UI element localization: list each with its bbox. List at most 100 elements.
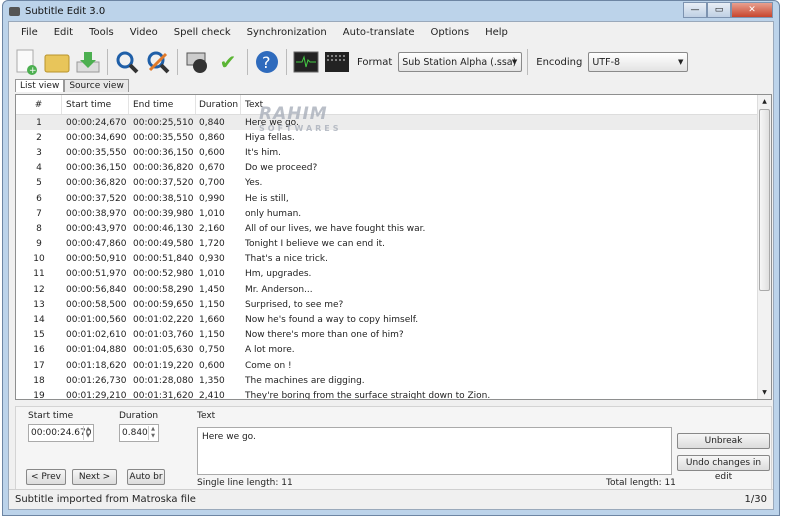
row-start-time: 00:01:29,210 bbox=[66, 390, 127, 400]
menu-help[interactable]: Help bbox=[477, 25, 516, 40]
table-row[interactable]: 15 00:01:02,610 00:01:03,760 1,150 Now there… bbox=[16, 328, 771, 343]
open-folder-icon[interactable] bbox=[43, 48, 71, 76]
close-button[interactable]: ✕ bbox=[731, 2, 773, 18]
row-number: 12 bbox=[33, 284, 45, 295]
table-row[interactable]: 4 00:00:36,150 00:00:36,820 0,670 Do we proc… bbox=[16, 161, 771, 176]
row-duration: 0,600 bbox=[199, 360, 225, 371]
help-icon[interactable]: ? bbox=[253, 48, 281, 76]
vertical-scrollbar[interactable]: ▲ ▼ bbox=[757, 95, 771, 399]
visual-sync-icon[interactable] bbox=[183, 48, 211, 76]
maximize-button[interactable]: ▭ bbox=[707, 2, 731, 18]
scroll-thumb[interactable] bbox=[759, 109, 770, 291]
row-number: 9 bbox=[36, 239, 42, 250]
row-duration: 1,150 bbox=[199, 299, 225, 310]
menu-video[interactable]: Video bbox=[122, 25, 166, 40]
table-row[interactable]: 12 00:00:56,840 00:00:58,290 1,450 Mr. Ander… bbox=[16, 282, 771, 297]
table-row[interactable]: 11 00:00:51,970 00:00:52,980 1,010 Hm, upgra… bbox=[16, 267, 771, 282]
table-row[interactable]: 14 00:01:00,560 00:01:02,220 1,660 Now he's … bbox=[16, 312, 771, 327]
watermark-line2: SOFTWARES bbox=[259, 124, 342, 133]
row-start-time: 00:00:24,670 bbox=[66, 117, 127, 128]
spell-check-icon[interactable]: ✔ bbox=[214, 48, 242, 76]
row-text: Mr. Anderson... bbox=[245, 284, 313, 295]
spinner-icon[interactable]: ▲ ▼ bbox=[148, 426, 157, 440]
row-duration: 1,350 bbox=[199, 375, 225, 386]
row-end-time: 00:00:46,130 bbox=[133, 223, 194, 234]
row-start-time: 00:00:35,550 bbox=[66, 147, 127, 158]
find-icon[interactable] bbox=[113, 48, 141, 76]
table-row[interactable]: 3 00:00:35,550 00:00:36,150 0,600 It's him. bbox=[16, 145, 771, 160]
spinner-icon[interactable]: ▲ ▼ bbox=[83, 426, 92, 440]
save-download-icon[interactable] bbox=[74, 48, 102, 76]
format-dropdown[interactable]: Sub Station Alpha (.ssa) ▼ bbox=[398, 52, 523, 72]
prev-button[interactable]: < Prev bbox=[26, 469, 66, 485]
single-line-length: Single line length: 11 bbox=[197, 478, 293, 488]
menu-synchronization[interactable]: Synchronization bbox=[239, 25, 335, 40]
watermark: RAHIM SOFTWARES bbox=[259, 104, 342, 133]
replace-icon[interactable] bbox=[144, 48, 172, 76]
col-number[interactable]: # bbox=[16, 95, 62, 114]
menu-options[interactable]: Options bbox=[422, 25, 477, 40]
col-end-time[interactable]: End time bbox=[129, 95, 196, 114]
next-button[interactable]: Next > bbox=[72, 469, 117, 485]
duration-label: Duration bbox=[119, 411, 159, 421]
start-time-input[interactable]: 00:00:24.670 ▲ ▼ bbox=[28, 424, 94, 442]
row-duration: 0,600 bbox=[199, 147, 225, 158]
table-row[interactable]: 13 00:00:58,500 00:00:59,650 1,150 Surprised… bbox=[16, 297, 771, 312]
undo-changes-button[interactable]: Undo changes in edit bbox=[677, 455, 770, 482]
menu-file[interactable]: File bbox=[13, 25, 46, 40]
start-time-label: Start time bbox=[28, 411, 74, 421]
col-duration[interactable]: Duration bbox=[196, 95, 241, 114]
tab-list-view[interactable]: List view bbox=[15, 79, 65, 92]
row-text: Yes. bbox=[245, 178, 263, 189]
table-row[interactable]: 2 00:00:34,690 00:00:35,550 0,860 Hiya fella… bbox=[16, 130, 771, 145]
new-file-icon[interactable]: + bbox=[12, 48, 40, 76]
row-start-time: 00:00:36,820 bbox=[66, 178, 127, 189]
row-number: 15 bbox=[33, 330, 45, 341]
subtitle-text-input[interactable]: Here we go. bbox=[197, 427, 672, 475]
row-text: The machines are digging. bbox=[245, 375, 365, 386]
row-duration: 0,750 bbox=[199, 345, 225, 356]
row-number: 1 bbox=[36, 117, 42, 128]
table-row[interactable]: 6 00:00:37,520 00:00:38,510 0,990 He is stil… bbox=[16, 191, 771, 206]
row-start-time: 00:00:43,970 bbox=[66, 223, 127, 234]
menu-edit[interactable]: Edit bbox=[46, 25, 81, 40]
format-label: Format bbox=[357, 56, 393, 68]
auto-break-button[interactable]: Auto br bbox=[127, 469, 165, 485]
table-row[interactable]: 10 00:00:50,910 00:00:51,840 0,930 That's a … bbox=[16, 252, 771, 267]
row-end-time: 00:01:19,220 bbox=[133, 360, 194, 371]
table-row[interactable]: 9 00:00:47,860 00:00:49,580 1,720 Tonight I … bbox=[16, 237, 771, 252]
table-row[interactable]: 17 00:01:18,620 00:01:19,220 0,600 Come on ! bbox=[16, 358, 771, 373]
table-row[interactable]: 1 00:00:24,670 00:00:25,510 0,840 Here we go… bbox=[16, 115, 771, 131]
scroll-down-icon[interactable]: ▼ bbox=[758, 386, 771, 399]
video-clapper-icon[interactable] bbox=[323, 48, 351, 76]
tab-source-view[interactable]: Source view bbox=[64, 79, 129, 92]
minimize-button[interactable]: — bbox=[683, 2, 707, 18]
table-row[interactable]: 7 00:00:38,970 00:00:39,980 1,010 only human… bbox=[16, 206, 771, 221]
col-start-time[interactable]: Start time bbox=[62, 95, 129, 114]
table-row[interactable]: 5 00:00:36,820 00:00:37,520 0,700 Yes. bbox=[16, 176, 771, 191]
row-duration: 0,700 bbox=[199, 178, 225, 189]
scroll-up-icon[interactable]: ▲ bbox=[758, 95, 771, 108]
status-bar: Subtitle imported from Matroska file 1/3… bbox=[9, 489, 773, 509]
row-duration: 0,670 bbox=[199, 163, 225, 174]
menu-spell-check[interactable]: Spell check bbox=[166, 25, 239, 40]
unbreak-button[interactable]: Unbreak bbox=[677, 433, 770, 449]
table-row[interactable]: 8 00:00:43,970 00:00:46,130 2,160 All of our… bbox=[16, 221, 771, 236]
row-number: 14 bbox=[33, 315, 45, 326]
waveform-icon[interactable] bbox=[292, 48, 320, 76]
row-duration: 1,660 bbox=[199, 315, 225, 326]
table-row[interactable]: 19 00:01:29,210 00:01:31,620 2,410 They're b… bbox=[16, 388, 771, 400]
table-row[interactable]: 16 00:01:04,880 00:01:05,630 0,750 A lot mor… bbox=[16, 343, 771, 358]
menu-auto-translate[interactable]: Auto-translate bbox=[335, 25, 423, 40]
status-message: Subtitle imported from Matroska file bbox=[15, 494, 196, 505]
encoding-dropdown[interactable]: UTF-8 ▼ bbox=[588, 52, 689, 72]
row-text: only human. bbox=[245, 208, 302, 219]
row-number: 7 bbox=[36, 208, 42, 219]
table-header: # Start time End time Duration Text bbox=[16, 95, 771, 115]
row-number: 13 bbox=[33, 299, 45, 310]
table-row[interactable]: 18 00:01:26,730 00:01:28,080 1,350 The machi… bbox=[16, 373, 771, 388]
duration-input[interactable]: 0.840 ▲ ▼ bbox=[119, 424, 159, 442]
row-end-time: 00:00:58,290 bbox=[133, 284, 194, 295]
menu-tools[interactable]: Tools bbox=[81, 25, 122, 40]
row-number: 19 bbox=[33, 390, 45, 400]
